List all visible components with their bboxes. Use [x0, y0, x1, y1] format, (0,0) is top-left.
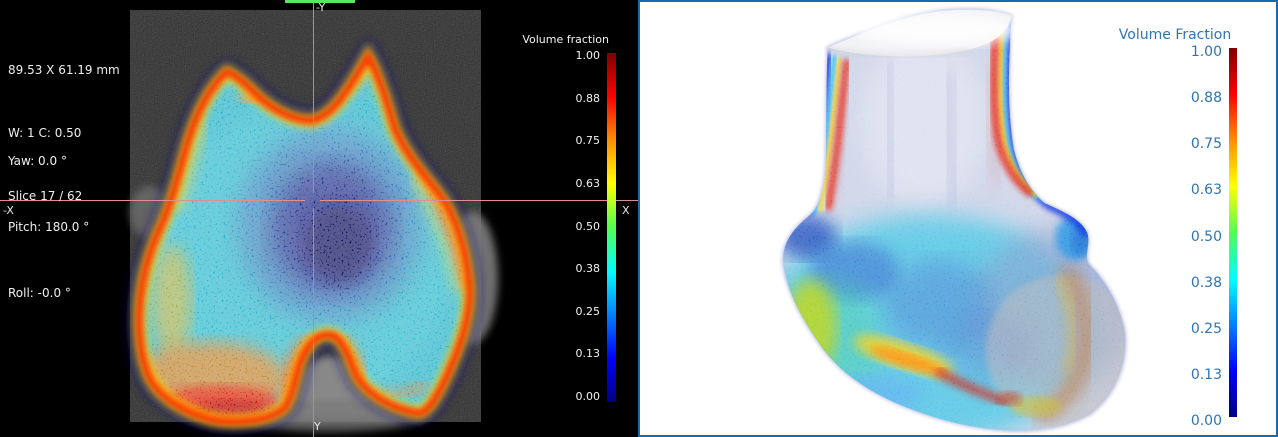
tick-label: 0.63 — [520, 177, 600, 191]
tick-label: 0.25 — [520, 305, 600, 319]
orientation-text: Yaw: 0.0 ° Pitch: 180.0 ° Roll: -0.0 ° — [8, 106, 89, 348]
tick-label: 0.88 — [520, 92, 600, 106]
slice-view-panel[interactable]: -Y Y -X X 89.53 X 61.19 mm W: 1 C: 0.50 … — [0, 0, 638, 437]
pitch-value: Pitch: 180.0 ° — [8, 216, 89, 238]
tick-label: 0.25 — [1140, 320, 1222, 338]
colorbar-gradient — [1229, 48, 1237, 417]
colorbar-title: Volume Fraction — [1118, 27, 1232, 43]
tick-label: 0.63 — [1140, 181, 1222, 199]
volume-render-panel[interactable]: Volume Fraction 1.00 0.88 0.75 0.63 0.50… — [638, 0, 1278, 437]
fov-dimensions: 89.53 X 61.19 mm — [8, 60, 120, 81]
tick-label: 0.88 — [1140, 89, 1222, 107]
tick-label: 0.13 — [1140, 366, 1222, 384]
axis-label-top: -Y — [316, 1, 325, 14]
yaw-value: Yaw: 0.0 ° — [8, 150, 89, 172]
tick-label: 0.38 — [1140, 274, 1222, 292]
roll-value: Roll: -0.0 ° — [8, 282, 89, 304]
tick-label: 0.00 — [1140, 412, 1222, 430]
tick-label: 0.00 — [520, 390, 600, 404]
colorbar-ticks: 1.00 0.88 0.75 0.63 0.50 0.38 0.25 0.13 … — [520, 49, 600, 404]
tick-label: 0.50 — [520, 220, 600, 234]
app-window: -Y Y -X X 89.53 X 61.19 mm W: 1 C: 0.50 … — [0, 0, 1278, 437]
tick-label: 0.75 — [1140, 135, 1222, 153]
colorbar-gradient — [607, 53, 616, 402]
colorbar-title: Volume fraction — [507, 33, 609, 46]
tick-label: 0.13 — [520, 347, 600, 361]
tick-label: 0.50 — [1140, 228, 1222, 246]
axis-label-bottom: Y — [314, 420, 321, 433]
tick-label: 0.38 — [520, 262, 600, 276]
axis-label-right: X — [622, 204, 630, 217]
crosshair-vertical-lower[interactable] — [313, 208, 314, 437]
crosshair-vertical-upper[interactable] — [313, 3, 314, 193]
tick-label: 0.75 — [520, 134, 600, 148]
tick-label: 1.00 — [1140, 43, 1222, 61]
colorbar-ticks: 1.00 0.88 0.75 0.63 0.50 0.38 0.25 0.13 … — [1140, 43, 1222, 430]
tick-label: 1.00 — [520, 49, 600, 63]
